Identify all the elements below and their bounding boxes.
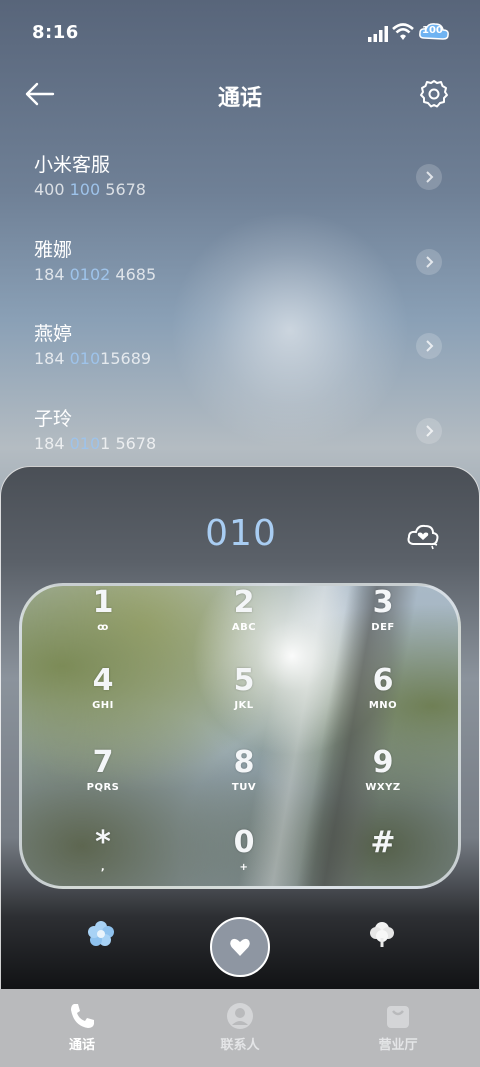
contact-number: 184 0102 4685	[34, 265, 157, 284]
contact-number: 184 0101 5678	[34, 434, 157, 453]
dial-key-hash[interactable]: #	[338, 826, 428, 886]
dial-key-7[interactable]: 7 PQRS	[58, 746, 148, 816]
dial-key-9[interactable]: 9 WXYZ	[338, 746, 428, 816]
gear-icon[interactable]	[418, 78, 450, 110]
bottom-tab-bar: 通话 联系人 营业厅	[0, 989, 480, 1067]
contact-number: 400 100 5678	[34, 180, 146, 199]
call-button[interactable]	[210, 917, 270, 977]
dialer-panel: 010 1ꝏ 2 ABC 3 DEF 4 GHI 5 JKL 6 MNO 7 PQRS 8T…	[0, 466, 480, 996]
heart-icon	[230, 938, 250, 956]
tab-contacts-label: 联系人	[220, 1038, 260, 1053]
page-title: 通话	[217, 86, 262, 111]
contact-row[interactable]: 燕婷 184 01015689	[0, 309, 480, 379]
dial-key-5[interactable]: 5 JKL	[199, 664, 289, 734]
person-icon	[227, 1003, 253, 1029]
dial-key-star[interactable]: *,	[58, 826, 148, 886]
contact-name: 燕婷	[34, 323, 73, 345]
dial-key-1[interactable]: 1ꝏ	[58, 586, 148, 656]
contact-name: 子玲	[34, 408, 73, 430]
contact-row[interactable]: 小米客服 400 100 5678	[0, 140, 480, 210]
dial-pad: 1ꝏ 2 ABC 3 DEF 4 GHI 5 JKL 6 MNO 7 PQRS 8 TUV 9…	[19, 583, 461, 889]
tab-contacts[interactable]: 联系人	[160, 989, 320, 1067]
dial-key-4[interactable]: 4 GHI	[58, 664, 148, 734]
chevron-right-icon[interactable]	[416, 418, 442, 444]
cloud-heart-icon[interactable]	[406, 522, 440, 552]
dial-key-6[interactable]: 6 MNO	[338, 664, 428, 734]
dial-key-2[interactable]: 2 ABC	[199, 586, 289, 656]
tab-calls-label: 通话	[68, 1038, 95, 1053]
battery-level: 100	[422, 25, 443, 36]
wifi-icon	[392, 23, 414, 40]
chevron-right-icon[interactable]	[416, 333, 442, 359]
status-bar: 8:16 100	[0, 0, 480, 64]
status-time: 8:16	[32, 22, 79, 43]
chevron-right-icon[interactable]	[416, 249, 442, 275]
contact-name: 雅娜	[34, 239, 73, 261]
tab-calls[interactable]: 通话	[2, 989, 162, 1067]
phone-icon	[71, 1004, 94, 1028]
contact-row[interactable]: 子玲 184 0101 5678	[0, 394, 480, 464]
tree-icon[interactable]	[367, 919, 397, 949]
tab-service-hall-label: 营业厅	[378, 1038, 418, 1053]
tab-service-hall[interactable]: 营业厅	[318, 989, 478, 1067]
flower-icon[interactable]	[86, 919, 116, 949]
signal-icon	[368, 26, 388, 42]
battery-icon: 100	[418, 22, 450, 44]
chevron-right-icon[interactable]	[416, 164, 442, 190]
contact-row[interactable]: 雅娜 184 0102 4685	[0, 225, 480, 295]
contact-number: 184 01015689	[34, 349, 152, 368]
contact-name: 小米客服	[34, 154, 111, 176]
bag-icon	[387, 1006, 409, 1028]
header: 通话	[0, 68, 480, 124]
dial-key-0[interactable]: 0 +	[199, 826, 289, 886]
dial-key-8[interactable]: 8 TUV	[199, 746, 289, 816]
dial-key-3[interactable]: 3 DEF	[338, 586, 428, 656]
